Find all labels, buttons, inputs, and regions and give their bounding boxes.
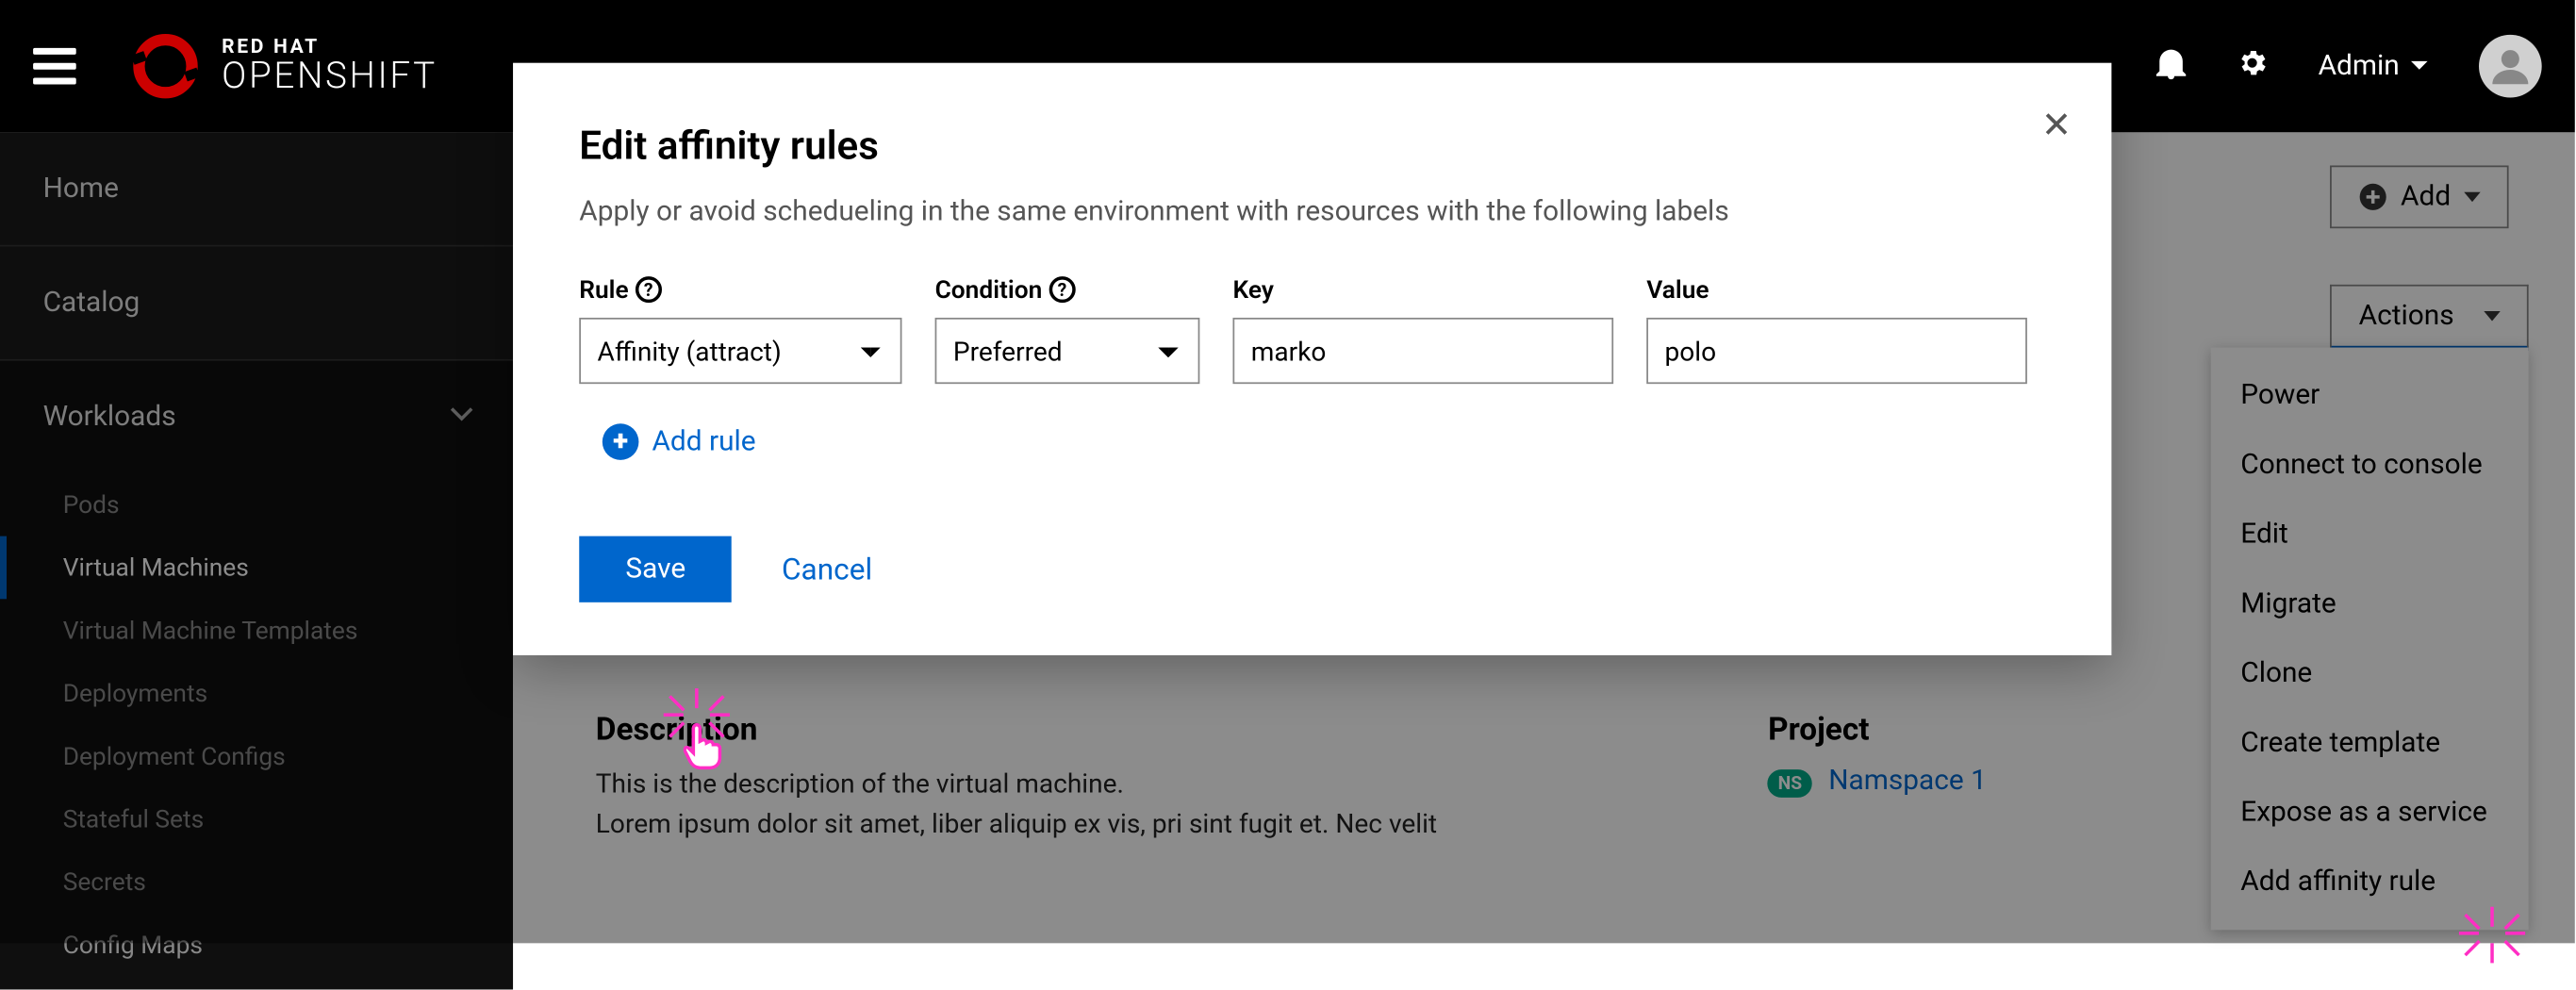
- rule-field-label: Rule?: [579, 274, 901, 305]
- key-field-label: Key: [1232, 274, 1613, 305]
- edit-affinity-modal: ✕ Edit affinity rules Apply or avoid sch…: [513, 63, 2111, 655]
- help-icon[interactable]: ?: [636, 276, 662, 303]
- save-button[interactable]: Save: [579, 536, 732, 602]
- add-rule-label: Add rule: [652, 425, 755, 458]
- value-input[interactable]: [1646, 318, 2027, 384]
- add-rule-button[interactable]: + Add rule: [579, 423, 2045, 460]
- modal-close-button[interactable]: ✕: [2041, 106, 2072, 147]
- plus-circle-icon: +: [603, 423, 639, 460]
- value-field-label: Value: [1646, 274, 2027, 305]
- rule-select[interactable]: Affinity (attract): [579, 318, 901, 384]
- condition-select[interactable]: Preferred: [935, 318, 1200, 384]
- condition-field-label: Condition?: [935, 274, 1200, 305]
- modal-title: Edit affinity rules: [579, 123, 2045, 169]
- cancel-button[interactable]: Cancel: [782, 552, 872, 586]
- help-icon[interactable]: ?: [1049, 276, 1075, 303]
- key-input[interactable]: [1232, 318, 1613, 384]
- modal-subtitle: Apply or avoid schedueling in the same e…: [579, 195, 2045, 228]
